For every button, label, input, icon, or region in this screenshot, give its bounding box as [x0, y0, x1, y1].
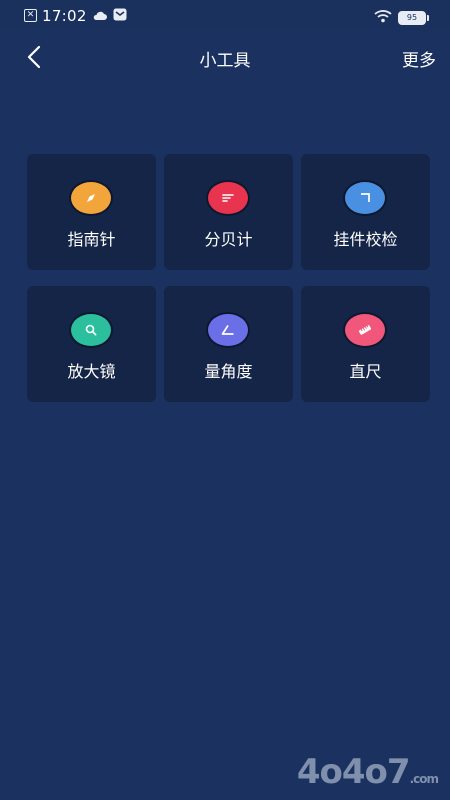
status-time: 17:02 [42, 6, 87, 25]
tool-card-compass[interactable]: 指南针 [27, 154, 156, 270]
tool-card-decibel[interactable]: 分贝计 [164, 154, 293, 270]
tool-card-angle[interactable]: 量角度 [164, 286, 293, 402]
cloud-icon [92, 6, 108, 25]
status-bar: ✕ 17:02 95 [0, 0, 450, 30]
tool-card-magnifier[interactable]: 放大镜 [27, 286, 156, 402]
tool-label: 直尺 [349, 362, 382, 381]
tool-card-ruler[interactable]: 直尺 [301, 286, 430, 402]
angle-icon [206, 312, 250, 348]
ruler-icon [343, 312, 387, 348]
tool-label: 挂件校检 [333, 230, 398, 249]
battery-icon: 95 [398, 10, 429, 25]
tool-label: 分贝计 [204, 230, 253, 249]
tool-label: 放大镜 [67, 362, 116, 381]
corner-icon [343, 180, 387, 216]
header: 小工具 更多 [0, 30, 450, 84]
more-button[interactable]: 更多 [402, 46, 436, 71]
wifi-icon [374, 8, 392, 27]
tool-grid: 指南针 分贝计 挂件校检 放大镜 量角度 直尺 [27, 154, 430, 402]
mail-icon [113, 6, 127, 25]
notification-x-icon: ✕ [24, 9, 37, 22]
tool-label: 指南针 [67, 230, 116, 249]
magnifier-icon [69, 312, 113, 348]
page-title: 小工具 [199, 51, 251, 71]
compass-icon [69, 180, 113, 216]
watermark-logo: 4o4o7.com [296, 752, 439, 792]
tool-label: 量角度 [204, 362, 253, 381]
decibel-icon [206, 180, 250, 216]
tool-card-widget-check[interactable]: 挂件校检 [301, 154, 430, 270]
